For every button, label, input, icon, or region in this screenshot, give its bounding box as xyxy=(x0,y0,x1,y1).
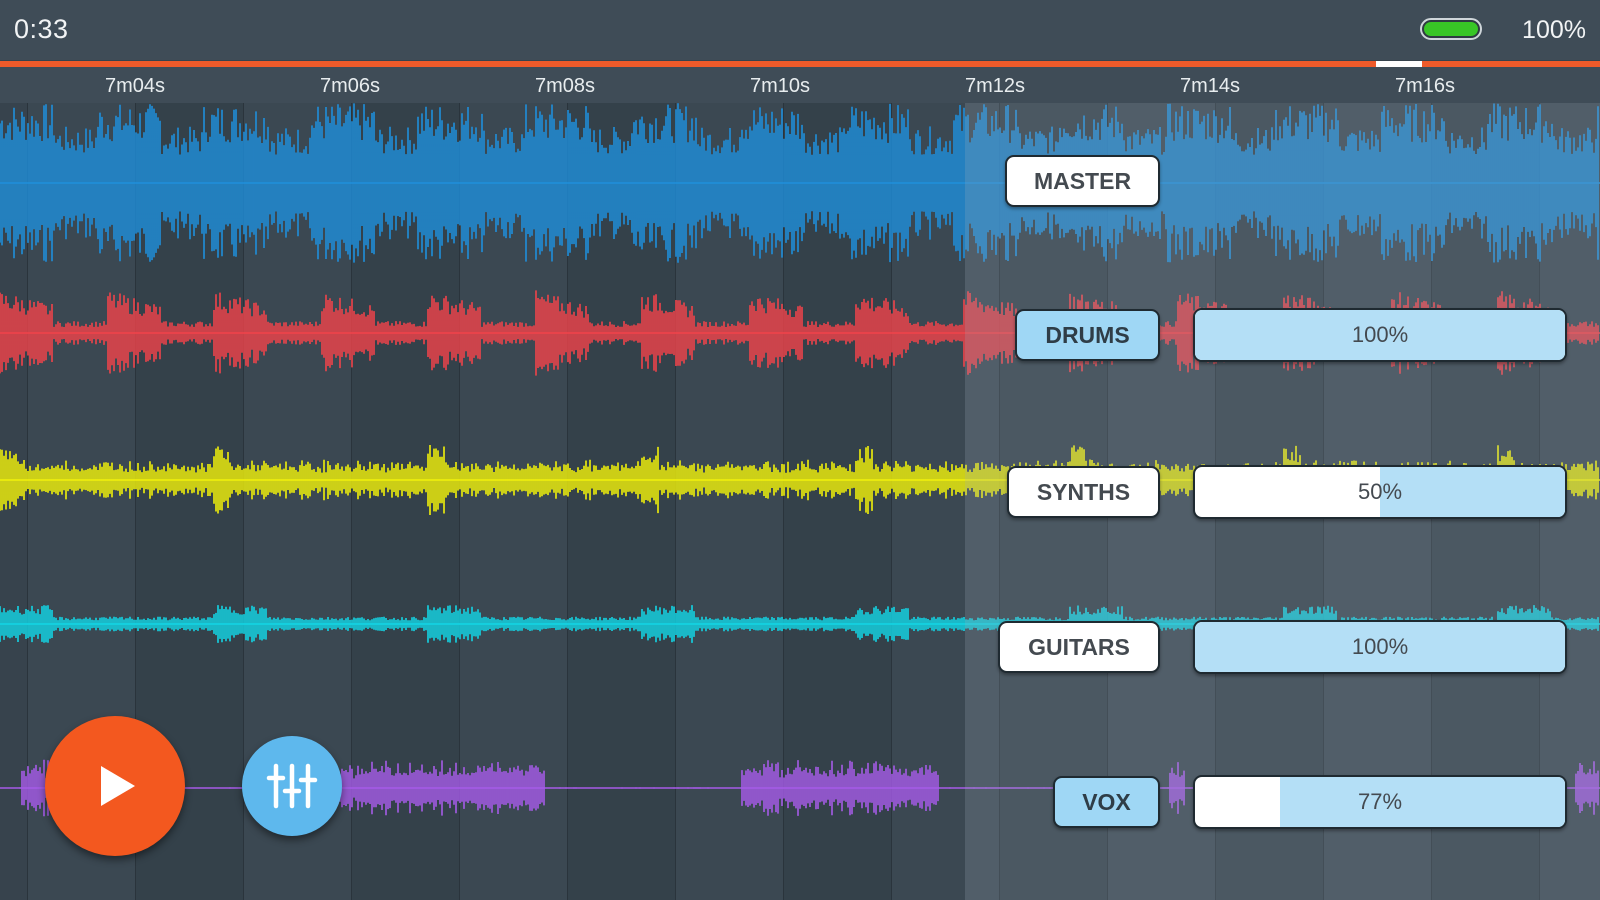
volume-slider-drums[interactable]: 100% xyxy=(1193,308,1567,362)
time-tick-label: 7m10s xyxy=(749,75,811,97)
track-toggle-master[interactable]: MASTER xyxy=(1005,155,1160,207)
track-toggle-drums[interactable]: DRUMS xyxy=(1015,309,1160,361)
play-button[interactable] xyxy=(45,716,185,856)
play-icon xyxy=(101,766,135,806)
volume-slider-guitars[interactable]: 100% xyxy=(1193,620,1567,674)
time-tick-label: 7m04s xyxy=(104,75,166,97)
volume-value: 100% xyxy=(1351,322,1409,347)
track-toggle-synths[interactable]: SYNTHS xyxy=(1007,466,1160,518)
track-toggle-vox[interactable]: VOX xyxy=(1053,776,1160,828)
time-tick-label: 7m12s xyxy=(964,75,1026,97)
battery-percentage: 100% xyxy=(1522,16,1586,44)
mixer-sliders-icon xyxy=(266,763,318,809)
volume-value: 50% xyxy=(1357,479,1403,504)
volume-slider-synths[interactable]: 50% xyxy=(1193,465,1567,519)
volume-value: 77% xyxy=(1357,789,1403,814)
volume-value: 100% xyxy=(1351,634,1409,659)
time-tick-label: 7m16s xyxy=(1394,75,1456,97)
status-bar: 0:33 100% xyxy=(0,0,1600,60)
battery-icon xyxy=(1420,18,1482,40)
timeline-area[interactable]: MASTER DRUMS 100% SYNTHS 50% GUITARS 100% VOX 77… xyxy=(0,103,1600,900)
elapsed-time: 0:33 xyxy=(14,14,69,44)
volume-slider-vox[interactable]: 77% xyxy=(1193,775,1567,829)
track-toggle-guitars[interactable]: GUITARS xyxy=(998,621,1160,673)
time-ruler: 7m04s 7m06s 7m08s 7m10s 7m12s 7m14s 7m16s xyxy=(0,67,1600,103)
time-tick-label: 7m08s xyxy=(534,75,596,97)
battery-level-fill xyxy=(1424,22,1478,36)
time-tick-label: 7m14s xyxy=(1179,75,1241,97)
time-tick-label: 7m06s xyxy=(319,75,381,97)
mixer-button[interactable] xyxy=(242,736,342,836)
